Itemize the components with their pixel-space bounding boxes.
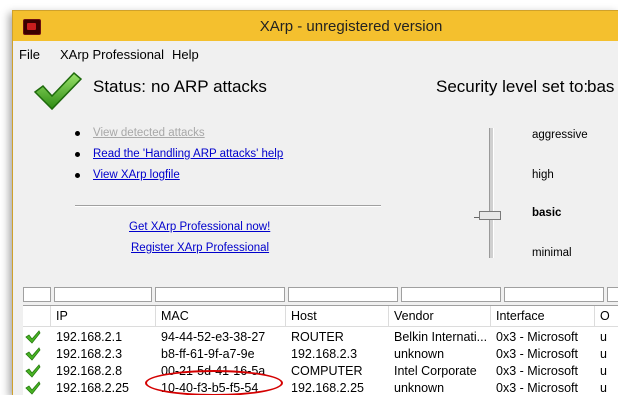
cell-vendor: Intel Corporate — [394, 364, 477, 378]
section-divider — [75, 205, 381, 207]
security-slider-track[interactable] — [489, 128, 494, 258]
cell-extra: u — [600, 330, 607, 344]
cell-host: COMPUTER — [291, 364, 363, 378]
cell-mac: 94-44-52-e3-38-27 — [161, 330, 266, 344]
bullet-icon — [75, 173, 80, 178]
view-logfile-link[interactable]: View XArp logfile — [93, 169, 180, 181]
table-row[interactable]: 192.168.2.8 00-21-5d-41-16-5a COMPUTER I… — [23, 363, 618, 380]
bullet-icon — [75, 152, 80, 157]
filter-extra-field[interactable] — [607, 287, 618, 302]
filter-vendor-field[interactable] — [401, 287, 501, 302]
window-title: XArp - unregistered version — [259, 18, 443, 35]
menu-help[interactable]: Help — [172, 47, 199, 62]
ok-check-icon — [25, 347, 41, 361]
cell-interface: 0x3 - Microsoft — [496, 364, 578, 378]
status-value: no ARP attacks — [151, 77, 267, 96]
menu-file[interactable]: File — [19, 47, 40, 62]
cell-vendor: Belkin Internati... — [394, 330, 488, 344]
header-vendor[interactable]: Vendor — [389, 306, 491, 327]
mac-highlight-annotation — [145, 370, 283, 395]
cell-extra: u — [600, 347, 607, 361]
table-row[interactable]: 192.168.2.3 b8-ff-61-9f-a7-9e 192.168.2.… — [23, 346, 618, 363]
header-extra[interactable]: O — [595, 306, 618, 327]
get-professional-link[interactable]: Get XArp Professional now! — [129, 221, 270, 233]
filter-interface-field[interactable] — [504, 287, 604, 302]
filter-mac-field[interactable] — [155, 287, 285, 302]
title-bar[interactable]: XArp - unregistered version — [13, 11, 618, 41]
cell-vendor: unknown — [394, 347, 445, 361]
column-filter-row — [23, 287, 618, 302]
filter-check-field[interactable] — [23, 287, 51, 302]
cell-interface: 0x3 - Microsoft — [496, 347, 578, 361]
cell-host: 192.168.2.3 — [291, 347, 358, 361]
header-interface[interactable]: Interface — [491, 306, 595, 327]
cell-ip: 192.168.2.25 — [56, 381, 129, 395]
cell-ip: 192.168.2.8 — [56, 364, 123, 378]
header-ip[interactable]: IP — [51, 306, 156, 327]
cell-ip: 192.168.2.1 — [56, 330, 123, 344]
level-basic[interactable]: basic — [532, 207, 561, 219]
status-label: Status: — [93, 77, 146, 96]
security-slider-thumb[interactable] — [479, 211, 501, 220]
view-detected-attacks-link: View detected attacks — [93, 127, 205, 139]
handling-arp-attacks-help-link[interactable]: Read the 'Handling ARP attacks' help — [93, 148, 283, 160]
header-check[interactable] — [23, 306, 51, 327]
security-level-label: Security level set to: — [436, 77, 589, 96]
register-professional-link[interactable]: Register XArp Professional — [131, 242, 269, 254]
menu-bar: File XArp Professional Help — [13, 45, 618, 65]
cell-host: 192.168.2.25 — [291, 381, 364, 395]
header-mac[interactable]: MAC — [156, 306, 286, 327]
ok-check-icon — [25, 364, 41, 378]
status-ok-check-icon — [33, 71, 83, 111]
cell-vendor: unknown — [394, 381, 445, 395]
ok-check-icon — [25, 381, 41, 395]
filter-host-field[interactable] — [288, 287, 398, 302]
menu-xarp-professional[interactable]: XArp Professional — [60, 47, 164, 62]
filter-ip-field[interactable] — [54, 287, 152, 302]
ok-check-icon — [25, 330, 41, 344]
security-level-value: bas — [587, 77, 615, 96]
level-aggressive[interactable]: aggressive — [532, 129, 588, 141]
cell-mac: b8-ff-61-9f-a7-9e — [161, 347, 255, 361]
cell-interface: 0x3 - Microsoft — [496, 330, 578, 344]
cell-interface: 0x3 - Microsoft — [496, 381, 578, 395]
app-window: XArp - unregistered version File XArp Pr… — [12, 10, 618, 395]
header-host[interactable]: Host — [286, 306, 389, 327]
bullet-icon — [75, 131, 80, 136]
cell-extra: u — [600, 364, 607, 378]
hosts-table: IP MAC Host Vendor Interface O 192.168.2… — [23, 305, 618, 395]
cell-host: ROUTER — [291, 330, 344, 344]
level-minimal[interactable]: minimal — [532, 247, 572, 259]
table-row[interactable]: 192.168.2.25 10-40-f3-b5-f5-54 192.168.2… — [23, 380, 618, 395]
cell-ip: 192.168.2.3 — [56, 347, 123, 361]
cell-extra: u — [600, 381, 607, 395]
level-high[interactable]: high — [532, 169, 554, 181]
table-row[interactable]: 192.168.2.1 94-44-52-e3-38-27 ROUTER Bel… — [23, 329, 618, 346]
